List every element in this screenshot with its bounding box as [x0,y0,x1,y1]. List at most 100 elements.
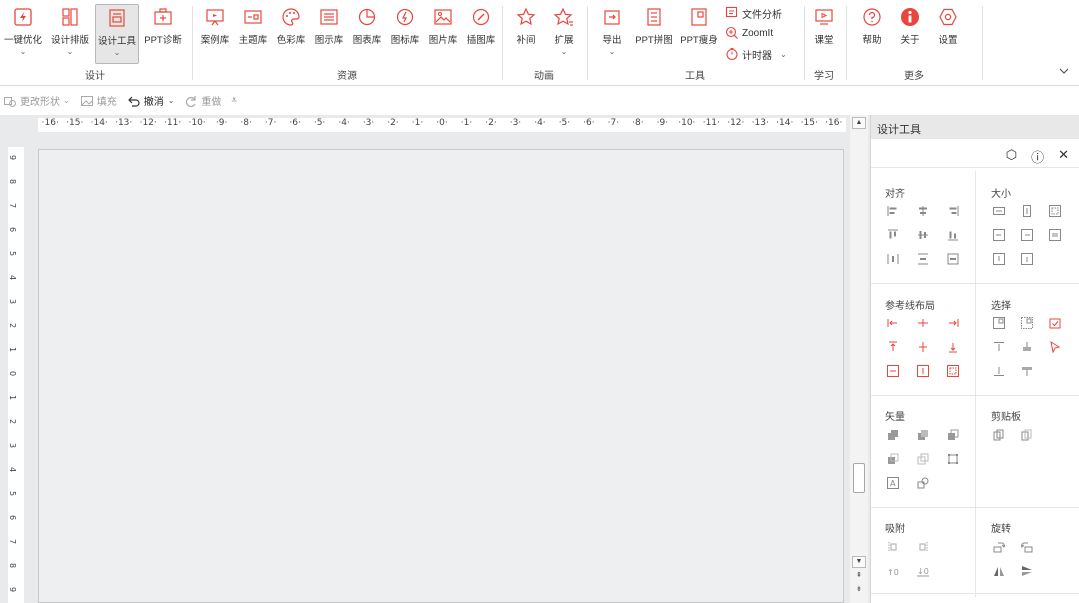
select-top-icon[interactable] [993,341,1005,353]
extend-button[interactable]: 扩展 ⌄ [546,4,582,64]
customize-quickbar-button[interactable]: ⩡ [231,95,237,106]
ppt-slim-button[interactable]: PPT瘦身 [677,4,721,64]
about-button[interactable]: 关于 [892,4,928,64]
close-icon[interactable]: ✕ [1058,147,1069,166]
guide-right-icon[interactable] [947,317,959,329]
settings-icon[interactable]: ⬡ [1006,147,1017,166]
snap-bottom-icon[interactable]: ↓0 [917,565,929,577]
vector-fragment-icon[interactable] [947,429,959,441]
select-pointer-icon[interactable] [1049,341,1061,353]
align-top-icon[interactable] [887,229,899,241]
file-analysis-button[interactable]: 文件分析 [725,4,782,22]
vector-shape-icon[interactable] [917,477,929,489]
distribute-vertical-icon[interactable] [917,253,929,265]
guide-center-v-icon[interactable] [917,341,929,353]
flip-horizontal-icon[interactable] [1021,565,1033,577]
image-library-button[interactable]: 图片库 [424,4,462,64]
align-center-icon[interactable] [917,205,929,217]
select-same-size-icon[interactable] [1021,317,1033,329]
ppt-diagnose-label: PPT诊断 [144,35,182,46]
group-separator [982,6,983,80]
guide-top-icon[interactable] [887,341,899,353]
section-align: 对齐 [885,189,905,200]
next-slide-button[interactable]: ⇟ [852,585,866,597]
snap-left-icon[interactable] [887,541,899,553]
tween-button[interactable]: 补间 [508,4,544,64]
ruler-tick-label: ·0· [436,118,448,128]
vector-text-icon[interactable]: A [887,477,899,489]
icon-library-button[interactable]: 图标库 [386,4,424,64]
copy-size-icon[interactable] [993,429,1005,441]
export-button[interactable]: 导出 ⌄ [593,4,631,64]
help-icon[interactable]: ⓘ [1031,147,1044,166]
settings-button[interactable]: 设置 [930,4,966,64]
timer-button[interactable]: 计时器 ⌄ [725,45,787,63]
same-width-icon[interactable] [993,205,1005,217]
redo-button[interactable]: 重做 [184,93,221,108]
select-row-icon[interactable] [1021,365,1033,377]
case-library-button[interactable]: 案例库 [196,4,234,64]
snap-right-icon[interactable] [917,541,929,553]
fill-label: 填充 [96,97,117,108]
select-middle-icon[interactable] [1021,341,1033,353]
vector-union-icon[interactable] [887,429,899,441]
align-middle-icon[interactable] [917,229,929,241]
align-left-icon[interactable] [887,205,899,217]
rotate-left-icon[interactable] [1021,541,1033,553]
scroll-thumb[interactable] [853,463,865,493]
classroom-button[interactable]: 课堂 [806,4,842,64]
align-right-icon[interactable] [947,205,959,217]
rotate-right-icon[interactable] [993,541,1005,553]
change-shape-button[interactable]: 更改形状 ⌄ [3,93,70,108]
design-tool-button[interactable]: 设计工具 ⌄ [95,4,139,64]
slide-canvas[interactable] [38,149,844,603]
snap-top-icon[interactable]: ↑0 [887,565,899,577]
guide-left-icon[interactable] [887,317,899,329]
vector-subtract-icon[interactable] [917,453,929,465]
stretch-left-icon[interactable] [993,229,1005,241]
diagram-library-button[interactable]: 图示库 [310,4,348,64]
previous-slide-button[interactable]: ⇞ [852,571,866,583]
theme-library-button[interactable]: 主题库 [234,4,272,64]
zoomit-button[interactable]: ZoomIt [725,24,773,42]
distribute-horizontal-icon[interactable] [887,253,899,265]
help-button[interactable]: 帮助 [854,4,890,64]
vertical-scrollbar[interactable]: ▲ ▼ ⇞ ⇟ [850,115,868,603]
one-click-optimize-button[interactable]: 一键优化 ⌄ [2,4,44,64]
select-invert-icon[interactable] [1049,317,1061,329]
select-same-type-icon[interactable] [993,317,1005,329]
scroll-down-button[interactable]: ▼ [852,556,866,568]
ppt-diagnose-button[interactable]: PPT诊断 [141,4,185,64]
flip-vertical-icon[interactable] [993,565,1005,577]
color-library-button[interactable]: 色彩库 [272,4,310,64]
vector-combine-icon[interactable] [917,429,929,441]
stretch-right-icon[interactable] [1021,229,1033,241]
distribute-equal-icon[interactable] [947,253,959,265]
align-bottom-icon[interactable] [947,229,959,241]
chart-library-button[interactable]: 图表库 [348,4,386,64]
illustration-library-button[interactable]: 插图库 [462,4,500,64]
same-size-icon[interactable] [1049,205,1061,217]
same-height-icon[interactable] [1021,205,1033,217]
guide-width-icon[interactable] [887,365,899,377]
select-bottom-icon[interactable] [993,365,1005,377]
ppt-puzzle-button[interactable]: PPT拼图 [631,4,677,64]
design-layout-button[interactable]: 设计排版 ⌄ [47,4,93,64]
paste-size-icon[interactable] [1021,429,1033,441]
guide-height-icon[interactable] [917,365,929,377]
stretch-bottom-icon[interactable] [1021,253,1033,265]
undo-button[interactable]: 撤消 ⌄ [127,93,174,108]
guide-bottom-icon[interactable] [947,341,959,353]
guide-full-icon[interactable] [947,365,959,377]
ribbon-collapse-button[interactable] [1057,64,1071,78]
panel-divider [871,395,1079,396]
vector-points-icon[interactable] [947,453,959,465]
pie-chart-icon [358,8,376,26]
scroll-up-button[interactable]: ▲ [852,117,866,129]
stretch-top-icon[interactable] [993,253,1005,265]
guide-center-h-icon[interactable] [917,317,929,329]
section-select: 选择 [991,301,1011,312]
fill-button[interactable]: 填充 [80,93,117,108]
vector-intersect-icon[interactable] [887,453,899,465]
stretch-both-icon[interactable] [1049,229,1061,241]
